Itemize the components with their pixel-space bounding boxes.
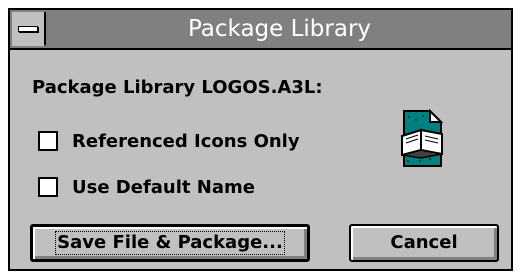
checkbox-label: Use Default Name [72, 176, 255, 198]
checkbox-box[interactable] [38, 177, 58, 197]
checkbox-box[interactable] [38, 131, 58, 151]
cancel-button-label: Cancel [390, 232, 458, 253]
cancel-button[interactable]: Cancel [349, 224, 499, 262]
use-default-name-checkbox[interactable]: Use Default Name [38, 175, 255, 199]
save-button-label: Save File & Package... [55, 231, 285, 255]
referenced-icons-only-checkbox[interactable]: Referenced Icons Only [38, 129, 300, 153]
package-library-book-icon [401, 108, 444, 167]
system-menu-button[interactable] [12, 12, 46, 46]
title-bar: Package Library [10, 10, 511, 50]
checkbox-label: Referenced Icons Only [72, 130, 300, 152]
package-library-dialog: Package Library Package Library LOGOS.A3… [8, 8, 513, 271]
system-menu-icon [18, 26, 38, 32]
library-name-label: Package Library LOGOS.A3L: [32, 77, 323, 98]
save-file-and-package-button[interactable]: Save File & Package... [30, 224, 310, 262]
window-title: Package Library [187, 16, 372, 42]
